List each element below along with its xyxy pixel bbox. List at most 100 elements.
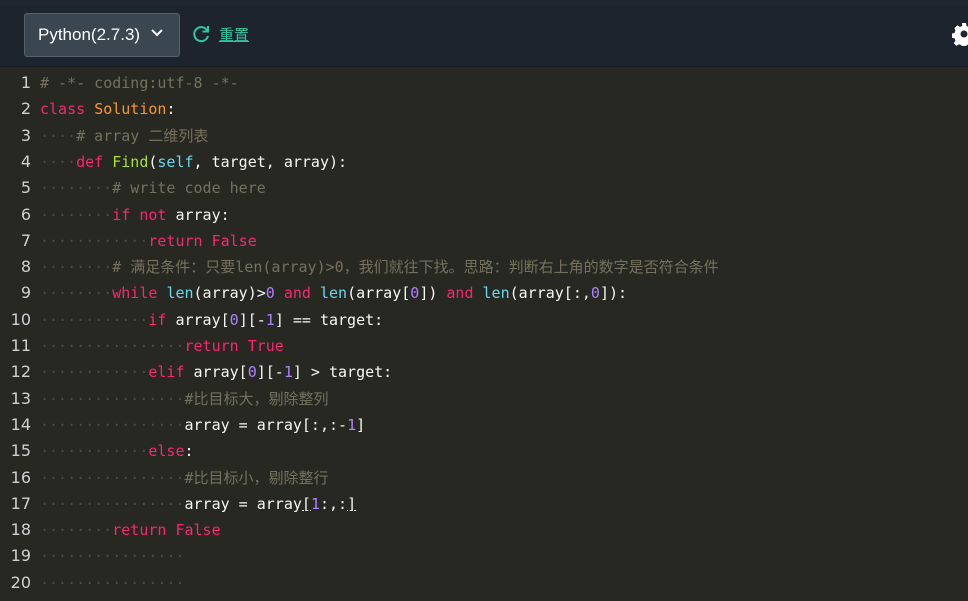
code-token: array = array bbox=[184, 494, 302, 513]
refresh-icon bbox=[193, 26, 209, 43]
editor-toolbar: Python(2.7.3) 重置 bbox=[0, 6, 968, 67]
code-line[interactable]: 20 ················ bbox=[0, 570, 968, 596]
code-line[interactable]: 11 ················return True bbox=[0, 333, 968, 359]
code-token: len bbox=[166, 284, 194, 303]
code-token: [ bbox=[301, 494, 311, 513]
line-number: 10 bbox=[10, 309, 31, 329]
code-token: ] bbox=[356, 415, 366, 434]
code-token: ] == target: bbox=[274, 310, 384, 329]
code-token: if bbox=[112, 205, 131, 224]
code-token: ········ bbox=[40, 179, 113, 198]
line-number: 17 bbox=[10, 493, 31, 513]
chevron-down-icon bbox=[151, 29, 163, 37]
code-line[interactable]: 5 ········# write code here bbox=[0, 175, 968, 201]
code-token: False bbox=[211, 231, 257, 250]
reset-label: 重置 bbox=[219, 26, 250, 44]
code-token: ] bbox=[347, 494, 357, 513]
code-token: ]) bbox=[419, 284, 447, 303]
code-token: ][- bbox=[256, 363, 284, 382]
code-token: ] > target: bbox=[292, 363, 393, 382]
code-token: elif bbox=[148, 363, 185, 382]
code-token: 1 bbox=[310, 494, 320, 513]
code-token: Solution bbox=[94, 100, 167, 119]
code-token: (array)> bbox=[193, 284, 266, 303]
line-number: 15 bbox=[10, 441, 31, 461]
code-text: ················array = array[:,:-1] bbox=[40, 412, 365, 438]
code-text: ············elif array[0][-1] > target: bbox=[40, 359, 392, 385]
code-token: array: bbox=[166, 205, 230, 224]
language-select[interactable]: Python(2.7.3) bbox=[24, 13, 180, 57]
code-line[interactable]: 9 ········while len(array)>0 and len(arra… bbox=[0, 280, 968, 306]
code-token: # write code here bbox=[112, 179, 266, 198]
code-token: ···· bbox=[40, 152, 77, 171]
code-text: ············return False bbox=[40, 228, 257, 254]
code-token: ]): bbox=[599, 284, 628, 303]
code-line[interactable]: 1 # -*- coding:utf-8 -*- bbox=[0, 70, 968, 96]
code-line[interactable]: 16 ················#比目标小，剔除整行 bbox=[0, 465, 968, 491]
line-number: 6 bbox=[20, 204, 31, 224]
code-token: and bbox=[446, 284, 474, 303]
line-number: 20 bbox=[10, 572, 31, 592]
code-token: if bbox=[148, 310, 167, 329]
code-text: # -*- coding:utf-8 -*- bbox=[40, 70, 239, 96]
code-token: ········ bbox=[40, 205, 113, 224]
code-token: ········ bbox=[40, 258, 113, 277]
code-line[interactable]: 17 ················array = array[1:,:] bbox=[0, 491, 968, 517]
code-line[interactable]: 3 ····# array 二维列表 bbox=[0, 123, 968, 149]
code-line[interactable]: 8 ········# 满足条件：只要len(array)>0，我们就往下找。思路… bbox=[0, 254, 968, 280]
code-token: # array 二维列表 bbox=[76, 126, 209, 145]
code-token: 0 bbox=[229, 310, 239, 329]
code-token: ············ bbox=[40, 231, 149, 250]
code-token: array[ bbox=[184, 363, 248, 382]
code-token: : bbox=[166, 100, 176, 119]
code-token: ············ bbox=[40, 442, 149, 461]
code-token: 1 bbox=[265, 310, 275, 329]
code-editor[interactable]: 1 # -*- coding:utf-8 -*- 2 class Solution: 3… bbox=[0, 67, 968, 601]
code-line[interactable]: 19 ················ bbox=[0, 543, 968, 569]
code-line[interactable]: 14 ················array = array[:,:-1] bbox=[0, 412, 968, 438]
code-text: ················ bbox=[40, 570, 185, 596]
code-token: ········ bbox=[40, 521, 113, 540]
reset-button[interactable]: 重置 bbox=[191, 22, 249, 46]
line-number: 8 bbox=[20, 257, 31, 277]
code-token: (array[:, bbox=[509, 284, 591, 303]
code-line[interactable]: 18 ········return False bbox=[0, 517, 968, 543]
language-select-value: Python(2.7.3) bbox=[38, 25, 141, 44]
code-token: while bbox=[112, 284, 158, 303]
code-line[interactable]: 4 ····def Find(self, target, array): bbox=[0, 149, 968, 175]
code-token: ············ bbox=[40, 363, 149, 382]
line-number: 5 bbox=[20, 178, 31, 198]
code-text: ········# write code here bbox=[40, 175, 266, 201]
code-line[interactable]: 2 class Solution: bbox=[0, 96, 968, 122]
code-token: self bbox=[157, 152, 194, 171]
code-token: : bbox=[184, 442, 194, 461]
code-token: 1 bbox=[283, 363, 293, 382]
code-token: #比目标小，剔除整行 bbox=[184, 468, 329, 487]
code-line[interactable]: 6 ········if not array: bbox=[0, 202, 968, 228]
code-line[interactable]: 12 ············elif array[0][-1] > target… bbox=[0, 359, 968, 385]
line-number: 2 bbox=[20, 99, 31, 119]
code-token: ][- bbox=[238, 310, 266, 329]
code-token: def bbox=[76, 152, 104, 171]
code-text: ····# array 二维列表 bbox=[40, 123, 208, 149]
line-number: 19 bbox=[10, 546, 31, 566]
code-token: ················ bbox=[40, 415, 185, 434]
code-line[interactable]: 10 ············if array[0][-1] == target: bbox=[0, 307, 968, 333]
code-token: and bbox=[283, 284, 311, 303]
code-text: ········return False bbox=[40, 517, 221, 543]
code-line[interactable]: 15 ············else: bbox=[0, 438, 968, 464]
code-line[interactable]: 7 ············return False bbox=[0, 228, 968, 254]
code-line[interactable]: 13 ················#比目标大，剔除整列 bbox=[0, 386, 968, 412]
code-token: 0 bbox=[590, 284, 600, 303]
code-token: array = array[:,:- bbox=[184, 415, 348, 434]
code-token: #比目标大，剔除整列 bbox=[184, 389, 329, 408]
gear-icon[interactable] bbox=[952, 22, 968, 46]
code-token: return bbox=[112, 521, 167, 540]
